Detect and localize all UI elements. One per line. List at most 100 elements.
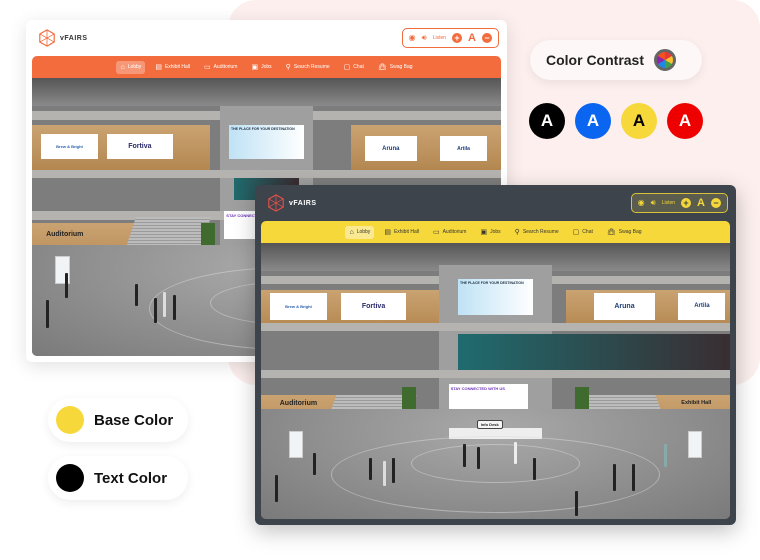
listen-button[interactable]: Listen xyxy=(433,35,446,41)
text-color-pill[interactable]: Text Color xyxy=(48,456,188,500)
exhibit-hall-sign[interactable]: Exhibit Hall xyxy=(681,400,711,406)
lobby-scene[interactable]: Brew & Bright Fortiva Aruna Artila THE P… xyxy=(261,243,730,519)
nav-label: Auditorium xyxy=(442,229,467,235)
nav-swag-bag[interactable]: 👜︎ Swag Bag xyxy=(374,61,417,74)
auditorium-sign[interactable]: Auditorium xyxy=(280,400,317,407)
auditorium-sign[interactable]: Auditorium xyxy=(46,231,83,238)
avatar xyxy=(275,474,279,503)
nav-label: Chat xyxy=(582,229,593,235)
nav-label: Lobby xyxy=(127,64,142,70)
kiosk[interactable] xyxy=(687,430,702,459)
laptop-icon: ▭ xyxy=(432,228,440,236)
nav-label: Exhibit Hall xyxy=(393,229,419,235)
screen-top[interactable]: THE PLACE FOR YOUR DESTINATION xyxy=(228,125,304,159)
main-nav: ⌂ Lobby ▤ Exhibit Hall ▭ Auditorium ▣ Jobs ⚲… xyxy=(32,56,501,78)
cube-logo-icon xyxy=(39,29,55,47)
avatar xyxy=(153,297,157,323)
nav-label: Search Resume xyxy=(522,229,559,235)
swatch-red[interactable]: A xyxy=(667,103,703,139)
base-color-pill[interactable]: Base Color xyxy=(48,398,188,442)
text-color-dot xyxy=(56,464,84,492)
bag-icon: 👜︎ xyxy=(606,228,616,236)
font-size-label: A xyxy=(468,32,476,44)
base-color-dot xyxy=(56,406,84,434)
avatar xyxy=(533,458,537,481)
nav-search-resume[interactable]: ⚲ Search Resume xyxy=(282,61,334,74)
nav-jobs[interactable]: ▣ Jobs xyxy=(476,226,504,239)
contrast-swatches: A A A A xyxy=(529,103,703,139)
kiosk[interactable] xyxy=(289,430,304,459)
increase-font-button[interactable]: + xyxy=(452,33,463,43)
nav-auditorium[interactable]: ▭ Auditorium xyxy=(200,61,242,74)
store-icon: ▤ xyxy=(155,63,162,71)
sponsor-banner[interactable]: Aruna xyxy=(365,136,417,162)
avatar xyxy=(575,491,579,517)
screen-middle[interactable]: Webinar xyxy=(457,334,730,370)
swatch-blue[interactable]: A xyxy=(575,103,611,139)
decrease-font-button[interactable]: − xyxy=(711,198,721,208)
chat-icon: ▢ xyxy=(343,63,351,71)
balcony xyxy=(32,169,501,179)
eye-icon[interactable]: ◉ xyxy=(638,199,645,207)
avatar xyxy=(312,452,316,475)
nav-chat[interactable]: ▢ Chat xyxy=(569,226,597,239)
info-desk-sign[interactable]: Info Desk xyxy=(476,419,503,429)
sponsor-banner[interactable]: Artila xyxy=(440,136,487,162)
avatar xyxy=(163,292,167,318)
increase-font-button[interactable]: + xyxy=(681,198,692,208)
accessibility-toolbar: ◉ 🔊︎ Listen + A − xyxy=(630,193,728,213)
decrease-font-button[interactable]: − xyxy=(482,33,492,43)
nav-lobby[interactable]: ⌂ Lobby xyxy=(345,225,375,239)
nav-label: Swag Bag xyxy=(618,229,642,235)
nav-label: Auditorium xyxy=(213,64,238,70)
logo-text: vFAIRS xyxy=(289,199,317,207)
nav-jobs[interactable]: ▣ Jobs xyxy=(247,61,275,74)
nav-chat[interactable]: ▢ Chat xyxy=(340,61,368,74)
swatch-black[interactable]: A xyxy=(529,103,565,139)
nav-swag-bag[interactable]: 👜︎ Swag Bag xyxy=(603,226,646,239)
nav-label: Chat xyxy=(353,64,364,70)
home-icon: ⌂ xyxy=(120,63,125,71)
font-size-label: A xyxy=(697,197,705,209)
sponsor-banner[interactable]: Fortiva xyxy=(340,292,407,321)
avatar xyxy=(135,283,139,306)
briefcase-icon: ▣ xyxy=(480,228,488,236)
nav-label: Lobby xyxy=(356,229,371,235)
main-nav: ⌂ Lobby ▤ Exhibit Hall ▭ Auditorium ▣ Jobs ⚲… xyxy=(261,221,730,243)
search-icon: ⚲ xyxy=(285,63,291,71)
sponsor-banner[interactable]: Artila xyxy=(678,292,726,321)
color-wheel-icon xyxy=(654,49,676,71)
nav-label: Search Resume xyxy=(293,64,330,70)
eye-icon[interactable]: ◉ xyxy=(409,34,416,42)
logo-text: vFAIRS xyxy=(60,34,88,42)
nav-auditorium[interactable]: ▭ Auditorium xyxy=(429,226,471,239)
sponsor-banner[interactable]: Brew & Bright xyxy=(41,133,98,159)
balcony xyxy=(261,369,730,379)
sponsor-banner[interactable]: Fortiva xyxy=(107,133,173,159)
nav-lobby[interactable]: ⌂ Lobby xyxy=(116,60,146,74)
listen-button[interactable]: Listen xyxy=(662,200,675,206)
sponsor-banner[interactable]: Brew & Bright xyxy=(270,292,327,321)
lobby-window-yellow-theme: vFAIRS ◉ 🔊︎ Listen + A − ⌂ Lobby ▤ Exhibit… xyxy=(255,185,736,525)
nav-search-resume[interactable]: ⚲ Search Resume xyxy=(511,226,563,239)
ceiling xyxy=(32,78,501,106)
nav-exhibit-hall[interactable]: ▤ Exhibit Hall xyxy=(380,226,423,239)
laptop-icon: ▭ xyxy=(203,63,211,71)
swatch-yellow[interactable]: A xyxy=(621,103,657,139)
vfairs-logo[interactable]: vFAIRS xyxy=(38,29,88,47)
sponsor-banner[interactable]: Aruna xyxy=(594,292,655,321)
avatar xyxy=(514,441,518,464)
briefcase-icon: ▣ xyxy=(251,63,259,71)
home-icon: ⌂ xyxy=(349,228,354,236)
speaker-icon[interactable]: 🔊︎ xyxy=(422,34,427,42)
screen-top[interactable]: THE PLACE FOR YOUR DESTINATION xyxy=(457,278,533,315)
chat-icon: ▢ xyxy=(572,228,580,236)
speaker-icon[interactable]: 🔊︎ xyxy=(651,199,656,207)
search-icon: ⚲ xyxy=(514,228,520,236)
vfairs-logo[interactable]: vFAIRS xyxy=(267,194,317,212)
nav-exhibit-hall[interactable]: ▤ Exhibit Hall xyxy=(151,61,194,74)
avatar xyxy=(631,463,635,492)
color-contrast-pill[interactable]: Color Contrast xyxy=(530,40,702,80)
avatar xyxy=(172,294,176,320)
text-color-label: Text Color xyxy=(94,469,168,487)
